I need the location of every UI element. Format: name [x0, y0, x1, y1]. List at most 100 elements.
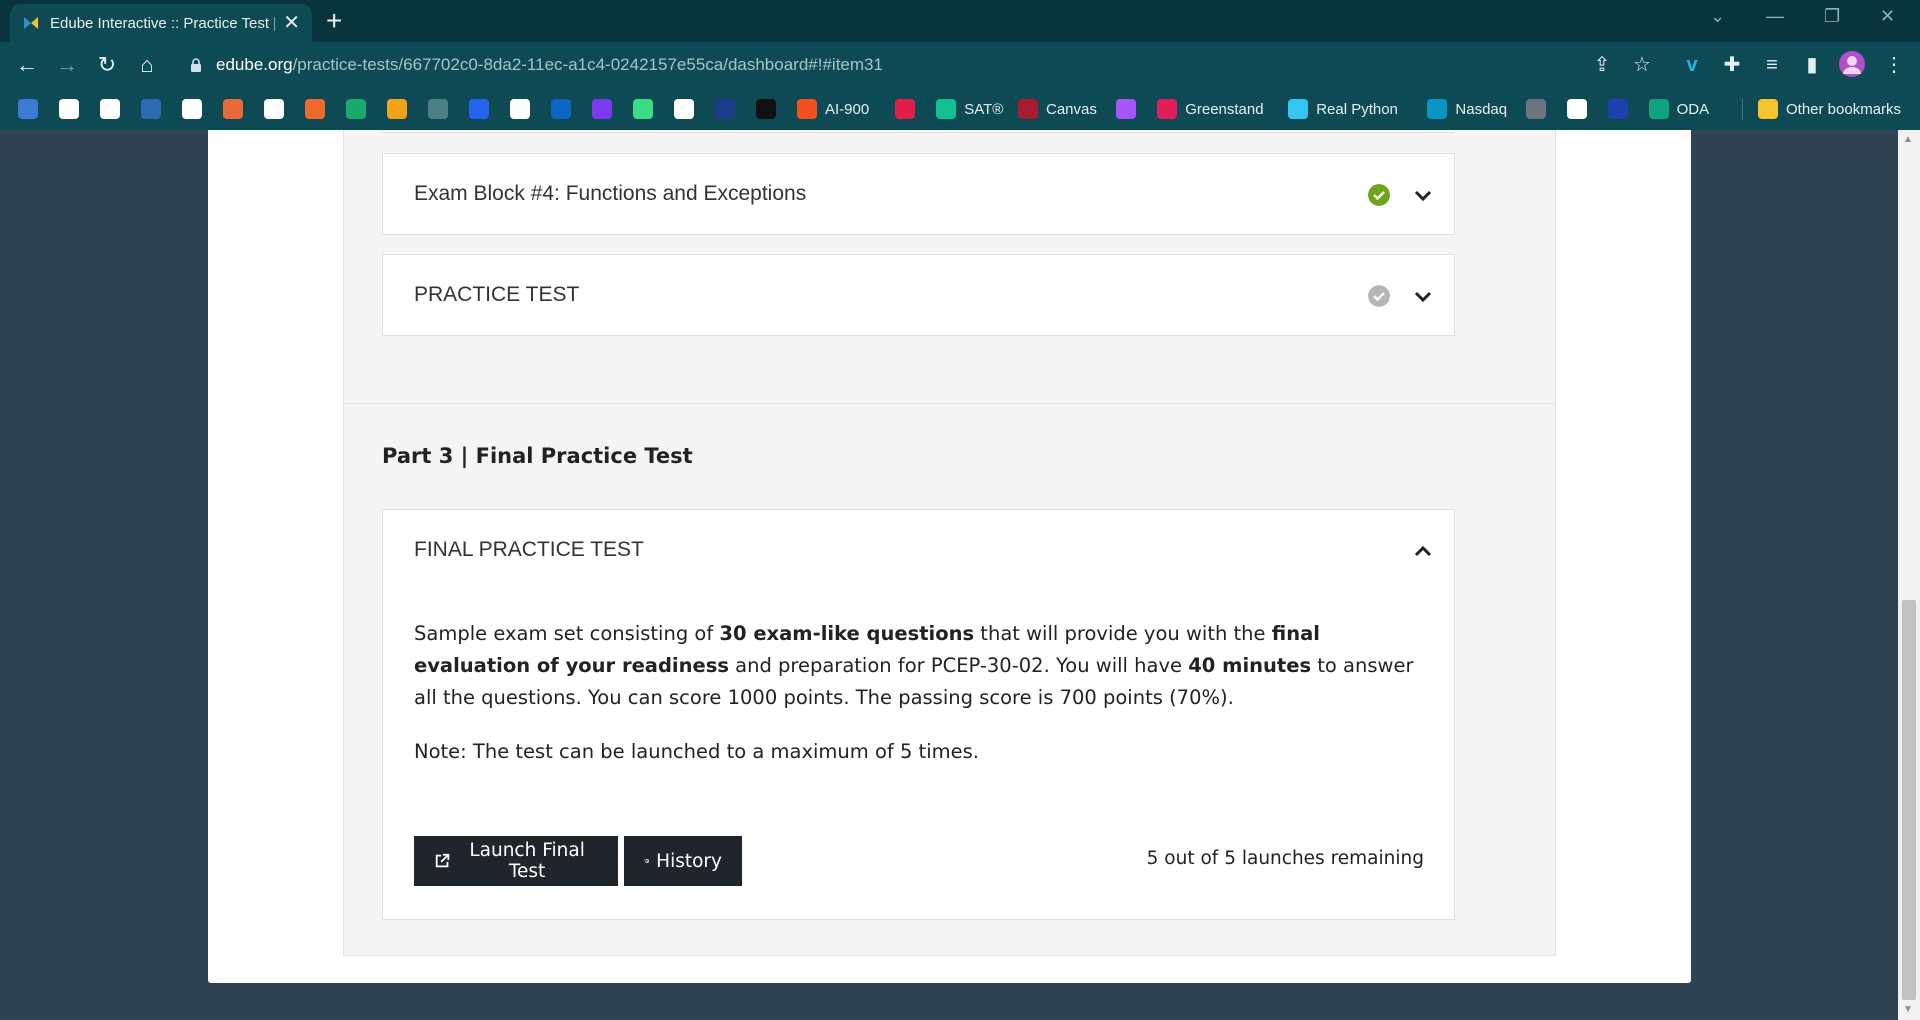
history-button-label: History	[656, 850, 722, 872]
swirl-icon	[223, 99, 243, 119]
bookmark-item[interactable]	[895, 97, 916, 121]
media-control-icon[interactable]: ≡	[1758, 51, 1786, 79]
extensions-icon[interactable]: ✚	[1718, 51, 1746, 79]
grid-icon	[428, 99, 448, 119]
bookmark-star-icon[interactable]: ☆	[1628, 51, 1656, 79]
bookmark-item[interactable]	[674, 97, 694, 121]
history-icon	[644, 858, 650, 863]
bookmark-item[interactable]	[1607, 97, 1628, 121]
profile-avatar[interactable]	[1838, 51, 1866, 79]
restore-icon[interactable]: ❐	[1824, 6, 1840, 27]
new-tab-icon[interactable]: +	[326, 6, 342, 36]
microsoft-icon	[797, 99, 817, 119]
bookmark-label: ODA	[1676, 100, 1710, 118]
bookmark-item[interactable]	[223, 97, 243, 121]
address-bar[interactable]: edube.org/practice-tests/667702c0-8da2-1…	[176, 47, 1666, 83]
accordion-title: Exam Block #4: Functions and Exceptions	[414, 182, 807, 205]
back-icon[interactable]: ←	[12, 50, 42, 80]
menu-kebab-icon[interactable]: ⋮	[1880, 51, 1908, 79]
close-window-icon[interactable]: ✕	[1880, 6, 1895, 27]
c-logo-icon	[469, 99, 489, 119]
bookmark-item[interactable]	[100, 97, 120, 121]
tab-close-icon[interactable]: ✕	[283, 13, 300, 33]
part3-title: Part 3 | Final Practice Test	[382, 444, 693, 468]
bookmark-item[interactable]: Greenstand	[1157, 97, 1264, 121]
chevron-down-icon[interactable]	[1413, 185, 1433, 205]
bookmark-item[interactable]	[387, 97, 407, 121]
chevron-up-icon[interactable]	[1413, 542, 1433, 562]
bookmark-item[interactable]	[428, 97, 448, 121]
browser-toolbar: ← → ↻ ⌂ edube.org/practice-tests/667702c…	[0, 42, 1920, 88]
bookmark-label: Real Python	[1316, 100, 1398, 118]
bookmark-item[interactable]	[633, 97, 653, 121]
forward-icon[interactable]: →	[52, 50, 82, 80]
accordion-practice-test[interactable]: PRACTICE TEST	[382, 254, 1455, 336]
aai-icon	[1525, 99, 1546, 119]
h-logo-icon	[715, 99, 735, 119]
bookmark-item[interactable]: Real Python	[1288, 97, 1398, 121]
bookmark-item[interactable]	[1566, 97, 1587, 121]
bookmark-item[interactable]	[510, 97, 530, 121]
bookmark-label: Greenstand	[1185, 100, 1264, 118]
chevron-down-icon[interactable]	[1413, 286, 1433, 306]
accordion-title[interactable]: FINAL PRACTICE TEST	[414, 538, 644, 562]
slack-icon	[1288, 99, 1309, 119]
bookmark-item[interactable]	[305, 97, 325, 121]
flame-icon	[305, 99, 325, 119]
browser-tab-active[interactable]: Edube Interactive :: Practice Test | ✕	[10, 4, 312, 42]
vimeo-extension-icon[interactable]: v	[1678, 51, 1706, 79]
bookmark-item[interactable]: ODA	[1648, 97, 1710, 121]
previous-block-accordion[interactable]	[382, 130, 1455, 133]
tab-title: Edube Interactive :: Practice Test |	[50, 14, 276, 32]
folder-icon	[1758, 99, 1778, 119]
bookmark-item[interactable]	[1525, 97, 1546, 121]
p-logo-icon	[1607, 99, 1628, 119]
bookmark-item[interactable]	[18, 97, 38, 121]
accordion-final-practice-test: FINAL PRACTICE TEST Sample exam set cons…	[382, 509, 1455, 920]
share-icon[interactable]: ⇪	[1588, 51, 1616, 79]
printer-icon	[182, 99, 202, 119]
bookmark-item[interactable]	[264, 97, 284, 121]
scrollbar-thumb[interactable]	[1902, 600, 1916, 1000]
bookmark-item[interactable]: Nasdaq	[1427, 97, 1507, 121]
launch-final-test-button[interactable]: Launch Final Test	[414, 836, 618, 886]
history-button[interactable]: History	[624, 836, 742, 886]
part3-section: Part 3 | Final Practice Test FINAL PRACT…	[343, 403, 1556, 956]
page-scrollbar[interactable]: ▲ ▼	[1898, 130, 1920, 1020]
accordion-exam-block-4[interactable]: Exam Block #4: Functions and Exceptions	[382, 153, 1455, 235]
mw-icon	[1566, 99, 1587, 119]
home-icon[interactable]: ⌂	[132, 50, 162, 80]
bookmark-item[interactable]	[715, 97, 735, 121]
bookmark-item[interactable]	[59, 97, 79, 121]
ed-icon	[1116, 99, 1137, 119]
lock-icon	[191, 58, 201, 72]
u-logo-icon	[592, 99, 612, 119]
test-description: Sample exam set consisting of 30 exam-li…	[414, 622, 1414, 709]
bookmark-item[interactable]	[1116, 97, 1137, 121]
bookmarks-separator	[1742, 98, 1743, 120]
other-bookmarks-folder[interactable]: Other bookmarks	[1758, 97, 1901, 121]
bookmark-item[interactable]: SAT®	[936, 97, 1003, 121]
reload-icon[interactable]: ↻	[92, 50, 122, 80]
bookmark-item[interactable]	[141, 97, 161, 121]
code-icon	[674, 99, 694, 119]
bookmark-item[interactable]	[551, 97, 571, 121]
bookmark-item[interactable]	[346, 97, 366, 121]
bookmark-item[interactable]	[469, 97, 489, 121]
scroll-down-arrow-icon[interactable]: ▼	[1903, 1004, 1913, 1015]
accordion-title: PRACTICE TEST	[414, 283, 580, 306]
side-panel-icon[interactable]: ▮	[1798, 51, 1826, 79]
bookmark-item[interactable]: Canvas	[1018, 97, 1097, 121]
scroll-up-arrow-icon[interactable]: ▲	[1903, 134, 1913, 145]
bookmark-item[interactable]	[182, 97, 202, 121]
tab-strip: Edube Interactive :: Practice Test | ✕ +…	[0, 0, 1920, 42]
bookmark-label: AI-900	[825, 100, 870, 118]
stack-icon	[18, 99, 38, 119]
bookmark-item[interactable]	[756, 97, 776, 121]
tab-search-icon[interactable]: ⌄	[1710, 6, 1725, 27]
android-icon	[633, 99, 653, 119]
bookmark-item[interactable]	[592, 97, 612, 121]
bookmark-label: Nasdaq	[1455, 100, 1508, 118]
minimize-icon[interactable]: —	[1766, 6, 1784, 27]
bookmark-item[interactable]: AI-900	[797, 97, 869, 121]
